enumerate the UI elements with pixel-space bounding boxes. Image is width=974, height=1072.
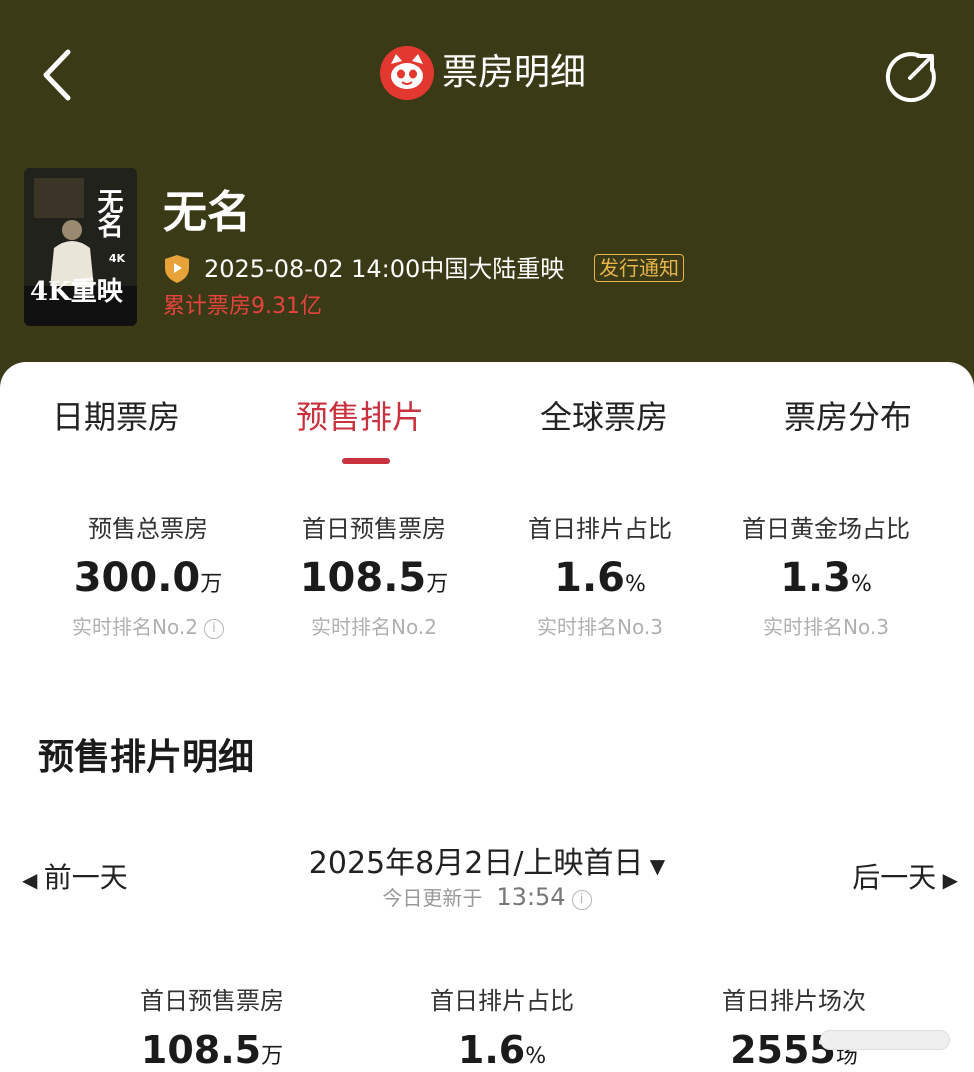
- movie-poster[interactable]: 无名 4K 4K重映: [24, 168, 137, 326]
- updated-prefix: 今日更新于: [382, 886, 483, 910]
- share-icon[interactable]: [880, 46, 942, 108]
- stat-unit: 万: [200, 572, 223, 597]
- stat-value: 1.6: [457, 1028, 526, 1072]
- caret-down-icon: ▼: [643, 854, 666, 878]
- stat-label: 首日排片占比: [528, 515, 672, 543]
- tab-date-box-office[interactable]: 日期票房: [52, 392, 180, 438]
- poster-title: 无名: [93, 188, 123, 236]
- stat-rank: 实时排名No.2: [72, 615, 198, 639]
- stat-label: 首日预售票房: [140, 987, 284, 1015]
- page-title: 票房明细: [442, 52, 587, 93]
- next-day-label: 后一天: [852, 861, 937, 894]
- header-bar: 票房明细 无名 4K 4K重映 无名 2025-08-02 14:00中国大陆重…: [0, 0, 974, 400]
- shield-icon: [165, 255, 189, 283]
- tab-presale-schedule[interactable]: 预售排片: [296, 392, 424, 438]
- stat-value: 108.5: [140, 1028, 262, 1072]
- stat-rank: 实时排名No.2: [311, 615, 437, 639]
- stat-first-day-prime-share: 首日黄金场占比 1.3% 实时排名No.3: [706, 512, 946, 641]
- poster-caption: 4K重映: [30, 277, 123, 307]
- stat-unit: 万: [426, 572, 449, 597]
- stat-value: 108.5: [299, 555, 427, 601]
- bottom-stat-first-day-presale: 首日预售票房 108.5万: [62, 984, 362, 1072]
- stat-first-day-presale: 首日预售票房 108.5万 实时排名No.2: [254, 512, 494, 641]
- release-notice-button[interactable]: 发行通知: [594, 254, 684, 282]
- section-title: 预售排片明细: [38, 737, 255, 778]
- stat-value: 1.3: [780, 555, 851, 601]
- tab-box-office-distribution[interactable]: 票房分布: [784, 392, 912, 438]
- stat-unit: %: [525, 1044, 547, 1069]
- release-info: 2025-08-02 14:00中国大陆重映: [204, 255, 565, 283]
- stat-value: 2555: [730, 1028, 836, 1072]
- stat-rank: 实时排名No.3: [763, 615, 889, 639]
- stat-unit: %: [624, 572, 646, 597]
- stat-label: 首日预售票房: [302, 515, 446, 543]
- stat-value: 1.6: [554, 555, 625, 601]
- stat-value: 300.0: [73, 555, 201, 601]
- horizontal-scrollbar[interactable]: [820, 1030, 950, 1050]
- stat-unit: %: [850, 572, 872, 597]
- caret-right-icon: ▶: [936, 868, 958, 892]
- next-day-button[interactable]: 后一天 ▶: [852, 856, 958, 896]
- total-box-office: 累计票房9.31亿: [163, 294, 322, 319]
- maoyan-logo-icon: [380, 46, 434, 100]
- stat-presale-total: 预售总票房 300.0万 实时排名No.2 i: [28, 512, 268, 641]
- stat-unit: 万: [261, 1044, 284, 1069]
- info-icon[interactable]: i: [203, 618, 224, 639]
- active-tab-indicator: [342, 458, 390, 464]
- stat-label: 首日排片场次: [722, 987, 866, 1015]
- tab-global-box-office[interactable]: 全球票房: [540, 392, 668, 438]
- stat-label: 预售总票房: [88, 515, 208, 543]
- content-card: 日期票房 预售排片 全球票房 票房分布 预售总票房 300.0万 实时排名No.…: [0, 362, 974, 1072]
- update-info: 今日更新于 13:54 i: [0, 882, 974, 911]
- stat-label: 首日黄金场占比: [742, 515, 910, 543]
- stat-first-day-schedule-share: 首日排片占比 1.6% 实时排名No.3: [480, 512, 720, 641]
- poster-tag: 4K: [108, 252, 125, 265]
- date-label: 2025年8月2日/上映首日: [308, 846, 644, 881]
- updated-time: 13:54: [496, 883, 566, 911]
- bottom-stat-first-day-share: 首日排片占比 1.6%: [352, 984, 652, 1072]
- date-selector[interactable]: 2025年8月2日/上映首日 ▼: [0, 838, 974, 882]
- movie-title: 无名: [163, 187, 251, 238]
- stat-label: 首日排片占比: [430, 987, 574, 1015]
- stat-rank: 实时排名No.3: [537, 615, 663, 639]
- info-icon[interactable]: i: [571, 889, 592, 910]
- bottom-stat-first-day-sessions: 首日排片场次 2555场: [644, 984, 944, 1072]
- back-icon[interactable]: [30, 40, 90, 110]
